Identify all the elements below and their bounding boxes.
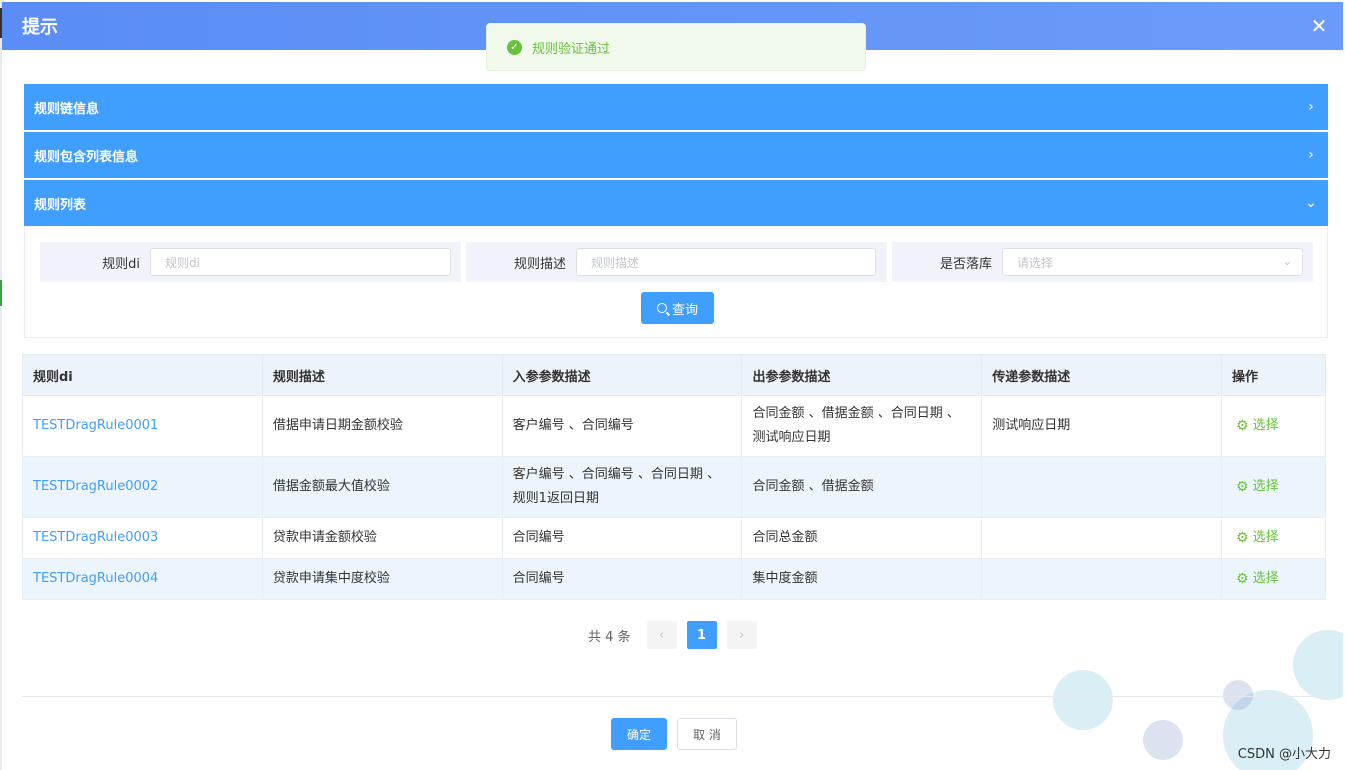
dialog-footer: 确定 取 消 xyxy=(611,718,737,750)
search-icon xyxy=(656,303,667,313)
table-cell xyxy=(981,517,1223,559)
persist-label: 是否落库 xyxy=(939,256,992,272)
confirm-button[interactable]: 确定 xyxy=(611,718,667,750)
table-cell: 贷款申请金额校验 xyxy=(261,517,503,559)
table-row: TESTDragRule0004 贷款申请集中度校验 合同编号 集中度金额 ⚙ 选… xyxy=(22,558,1326,600)
column-header: 操作 xyxy=(1221,354,1326,396)
query-button[interactable]: 查询 xyxy=(641,292,714,324)
chevron-down-icon: ⌄ xyxy=(1305,195,1317,211)
collapse-panel: 规则链信息 › 规则包含列表信息 › 规则列表 ⌄ 规则di 规则di 规则描述… xyxy=(24,84,1328,338)
form-item-rule-id: 规则di 规则di xyxy=(40,242,461,282)
select-action[interactable]: ⚙ 选择 xyxy=(1236,526,1279,550)
chevron-right-icon: › xyxy=(1308,147,1314,163)
select-label: 选择 xyxy=(1252,417,1279,433)
form-item-rule-desc: 规则描述 规则描述 xyxy=(466,242,887,282)
pagination-total: 共 4 条 xyxy=(588,629,631,645)
select-action[interactable]: ⚙ 选择 xyxy=(1236,567,1279,591)
success-toast: ✓ 规则验证通过 xyxy=(486,23,866,71)
table-row: TESTDragRule0003 贷款申请金额校验 合同编号 合同总金额 ⚙ 选择 xyxy=(22,517,1326,559)
chevron-down-icon: ⌄ xyxy=(1282,255,1292,268)
table-cell: 集中度金额 xyxy=(741,558,983,600)
rule-id-link[interactable]: TESTDragRule0002 xyxy=(33,479,158,494)
column-header: 入参参数描述 xyxy=(501,354,743,396)
column-header: 传递参数描述 xyxy=(981,354,1223,396)
rule-id-link[interactable]: TESTDragRule0004 xyxy=(33,571,158,586)
collapse-label: 规则列表 xyxy=(34,197,87,213)
select-label: 选择 xyxy=(1252,570,1279,586)
table-cell xyxy=(981,558,1223,600)
chevron-right-icon: › xyxy=(1308,99,1314,115)
chevron-right-icon: › xyxy=(738,627,745,643)
page-number-current[interactable]: 1 xyxy=(686,621,717,649)
persist-select[interactable]: 请选择 ⌄ xyxy=(1002,248,1303,276)
select-label: 选择 xyxy=(1252,478,1279,494)
column-header: 规则di xyxy=(22,354,263,396)
gear-icon: ⚙ xyxy=(1236,478,1249,495)
table-cell: 客户编号 、合同编号 xyxy=(501,395,743,457)
table-cell: 合同编号 xyxy=(501,558,743,600)
table-cell: 合同金额 、借据金额 xyxy=(741,456,983,518)
collapse-rule-package-list-info[interactable]: 规则包含列表信息 › xyxy=(24,132,1328,178)
select-label: 选择 xyxy=(1252,529,1279,545)
collapse-rule-chain-info[interactable]: 规则链信息 › xyxy=(24,84,1328,130)
gear-icon: ⚙ xyxy=(1236,570,1249,587)
dialog-title: 提示 xyxy=(22,17,58,38)
form-item-persist: 是否落库 请选择 ⌄ xyxy=(892,242,1313,282)
collapse-rule-list[interactable]: 规则列表 ⌄ xyxy=(24,180,1328,226)
rule-desc-input[interactable]: 规则描述 xyxy=(576,248,876,276)
watermark: CSDN @小大力 xyxy=(1237,747,1331,762)
table-header-row: 规则di 规则描述 入参参数描述 出参参数描述 传递参数描述 操作 xyxy=(22,354,1326,396)
close-icon[interactable]: ✕ xyxy=(1309,16,1329,36)
query-button-label: 查询 xyxy=(671,302,698,318)
check-circle-icon: ✓ xyxy=(507,39,522,55)
persist-placeholder: 请选择 xyxy=(1017,255,1054,270)
rule-table: 规则di 规则描述 入参参数描述 出参参数描述 传递参数描述 操作 TESTDr… xyxy=(22,354,1326,600)
table-cell: 借据金额最大值校验 xyxy=(261,456,503,518)
toast-message: 规则验证通过 xyxy=(532,41,611,57)
collapse-label: 规则包含列表信息 xyxy=(34,149,139,165)
rule-id-placeholder: 规则di xyxy=(165,255,200,270)
rule-id-input[interactable]: 规则di xyxy=(150,248,451,276)
table-cell: 合同金额 、借据金额 、合同日期 、测试响应日期 xyxy=(741,395,983,457)
table-cell xyxy=(981,456,1223,518)
table-row: TESTDragRule0001 借据申请日期金额校验 客户编号 、合同编号 合… xyxy=(22,395,1326,457)
table-cell: 贷款申请集中度校验 xyxy=(261,558,503,600)
table-cell: 借据申请日期金额校验 xyxy=(261,395,503,457)
table-cell: 合同总金额 xyxy=(741,517,983,559)
collapse-label: 规则链信息 xyxy=(34,101,100,117)
column-header: 出参参数描述 xyxy=(741,354,983,396)
select-action[interactable]: ⚙ 选择 xyxy=(1236,475,1279,499)
rule-id-label: 规则di xyxy=(102,256,140,272)
rule-id-link[interactable]: TESTDragRule0003 xyxy=(33,530,158,545)
table-cell: 测试响应日期 xyxy=(981,395,1223,457)
gear-icon: ⚙ xyxy=(1236,529,1249,546)
rule-id-link[interactable]: TESTDragRule0001 xyxy=(33,418,158,433)
cancel-button[interactable]: 取 消 xyxy=(677,718,737,750)
chevron-left-icon: ‹ xyxy=(658,627,665,643)
footer-divider xyxy=(22,696,1326,697)
column-header: 规则描述 xyxy=(261,354,503,396)
select-action[interactable]: ⚙ 选择 xyxy=(1236,414,1279,438)
pagination: 共 4 条 ‹ 1 › xyxy=(588,621,767,649)
table-row: TESTDragRule0002 借据金额最大值校验 客户编号 、合同编号 、合… xyxy=(22,456,1326,518)
search-form: 规则di 规则di 规则描述 规则描述 是否落库 请选择 ⌄ 查询 xyxy=(24,226,1328,338)
table-cell: 客户编号 、合同编号 、合同日期 、规则1返回日期 xyxy=(501,456,743,518)
prev-page-button[interactable]: ‹ xyxy=(646,621,677,649)
gear-icon: ⚙ xyxy=(1236,417,1249,434)
rule-desc-placeholder: 规则描述 xyxy=(591,255,640,270)
rule-desc-label: 规则描述 xyxy=(513,256,566,272)
table-cell: 合同编号 xyxy=(501,517,743,559)
next-page-button[interactable]: › xyxy=(726,621,757,649)
